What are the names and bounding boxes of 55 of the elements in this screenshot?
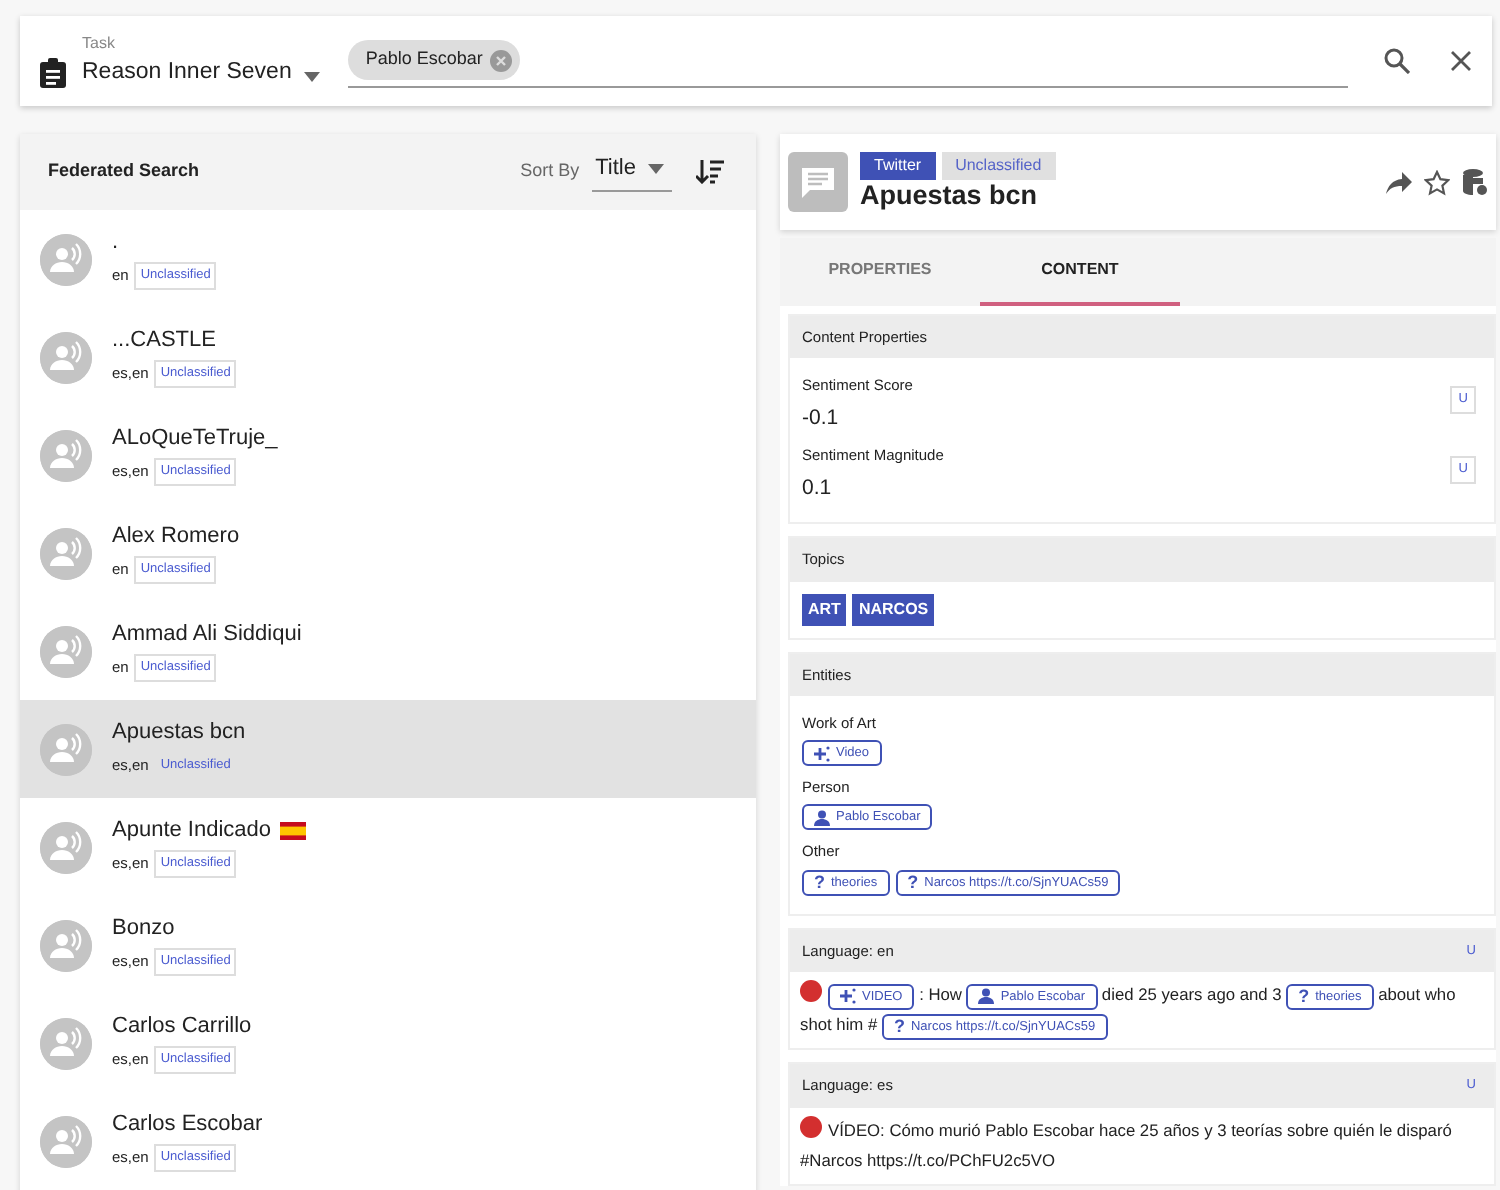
dropdown-caret-icon[interactable] [303, 72, 320, 82]
field-label: Task [82, 31, 117, 56]
avatar-icon [40, 331, 92, 383]
field-value: 0.1 [802, 473, 834, 503]
text-fragment: about who [1378, 984, 1456, 1005]
item-title: Apuestas bcn [860, 180, 1040, 212]
sentiment-dot-icon [800, 980, 822, 1003]
close-icon[interactable] [1450, 50, 1472, 72]
text-fragment: VÍDEO: Cómo murió Pablo Escobar hace 25 años y 3 teorías sobre quién le disparó [828, 1120, 1452, 1140]
source-tag: Twitter [860, 152, 936, 180]
topic-tag[interactable]: NARCOS [852, 593, 935, 625]
item-title: Carlos Carrillo [112, 1012, 252, 1041]
item-title: ALoQueTeTruje_ [112, 424, 278, 453]
avatar-icon [40, 625, 92, 677]
text-fragment: : How [919, 984, 962, 1005]
item-title: ...CASTLE [112, 326, 216, 355]
sparkle-icon [840, 988, 856, 1005]
message-icon [788, 152, 848, 212]
tab[interactable]: PROPERTIES [780, 238, 980, 306]
item-title: . [112, 228, 119, 257]
avatar-icon [40, 527, 92, 579]
database-icon[interactable] [1462, 168, 1488, 196]
item-title: Ammad Ali Siddiqui [112, 620, 302, 649]
sort-select[interactable]: Title [591, 152, 672, 192]
share-icon[interactable] [1386, 171, 1412, 193]
item-title: Carlos Escobar [112, 1110, 263, 1139]
person-icon [814, 809, 830, 826]
star-icon[interactable] [1424, 169, 1450, 195]
avatar-icon [40, 821, 92, 873]
task-select[interactable]: Reason Inner Seven [82, 55, 292, 91]
item-title: Apunte Indicado [112, 816, 272, 845]
item-title: Apuestas bcn [112, 718, 246, 747]
avatar-icon [40, 1017, 92, 1069]
filter-chip[interactable]: Pablo Escobar [347, 40, 521, 80]
text-fragment: #Narcos https://t.co/PChFU2c5VO [800, 1150, 1056, 1170]
panel-title: Federated Search [48, 158, 200, 185]
clipboard-icon [40, 58, 66, 88]
avatar-icon [40, 1115, 92, 1167]
avatar-icon [40, 233, 92, 285]
search-icon[interactable] [1384, 48, 1410, 74]
sparkle-icon [814, 745, 830, 761]
avatar-icon [40, 919, 92, 971]
field-value: -0.1 [802, 403, 841, 433]
text-fragment: died 25 years ago and 3 [1101, 984, 1282, 1005]
avatar-icon [40, 429, 92, 481]
item-title: Alex Romero [112, 522, 240, 551]
text-fragment: shot him # [800, 1014, 878, 1035]
person-icon [978, 988, 995, 1005]
topic-tag[interactable]: ART [802, 593, 847, 625]
sort-order-icon[interactable] [696, 160, 724, 184]
sentiment-dot-icon [800, 1116, 822, 1138]
sort-label: Sort By [520, 158, 580, 185]
classification-tag: Unclassified [941, 152, 1056, 180]
item-title: Bonzo [112, 914, 175, 943]
dropdown-caret-icon[interactable] [648, 164, 664, 174]
